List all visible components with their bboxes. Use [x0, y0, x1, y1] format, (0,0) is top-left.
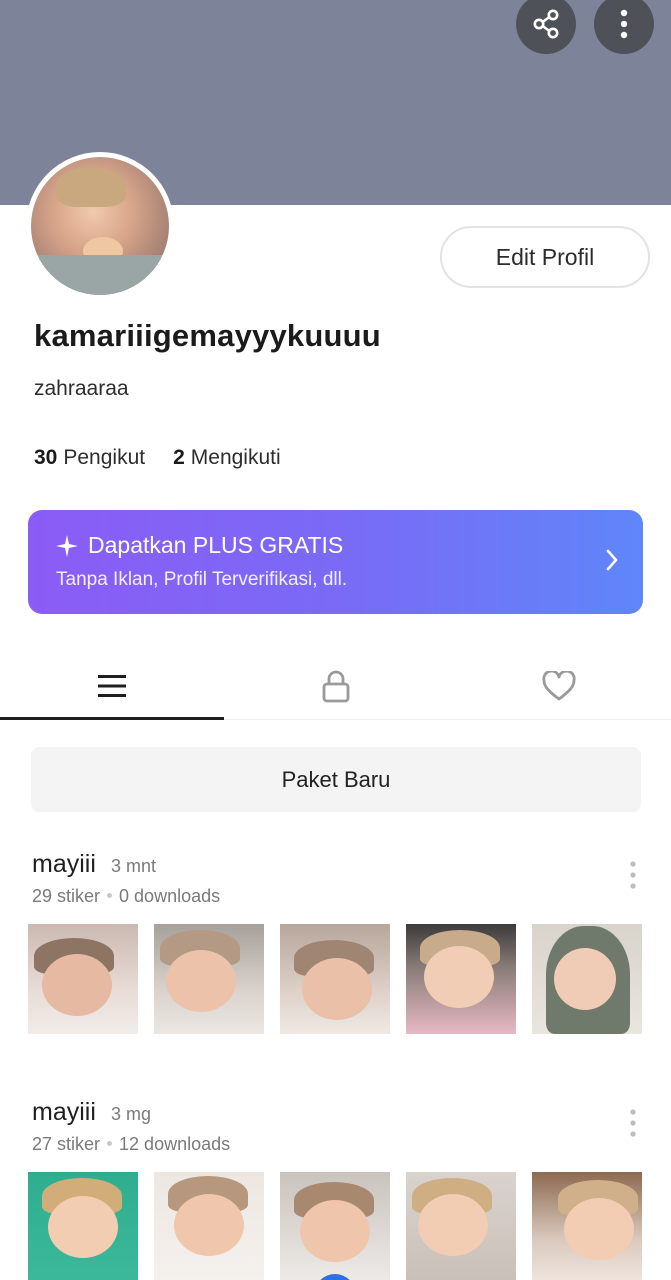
sticker-thumbnail[interactable] — [28, 924, 138, 1034]
following-label: Mengikuti — [190, 446, 281, 469]
profile-stats: 30 Pengikut 2 Mengikuti — [34, 446, 281, 470]
pack-downloads: 12 downloads — [119, 1134, 231, 1154]
avatar-photo — [31, 157, 169, 295]
avatar[interactable] — [26, 152, 174, 300]
tab-private[interactable] — [224, 652, 448, 719]
edit-profile-button[interactable]: Edit Profil — [440, 226, 650, 288]
heart-icon — [542, 670, 576, 700]
sticker-thumbnail[interactable] — [154, 1172, 264, 1280]
sticker-thumbnails — [28, 1172, 642, 1280]
plus-subtitle: Tanpa Iklan, Profil Terverifikasi, dll. — [56, 569, 348, 590]
more-vertical-icon[interactable] — [624, 860, 642, 890]
pack-sticker-count: 27 stiker — [32, 1134, 101, 1154]
plus-title: Dapatkan PLUS GRATIS — [88, 532, 344, 558]
followers-stat[interactable]: 30 Pengikut — [34, 446, 145, 470]
sticker-thumbnail[interactable] — [532, 924, 642, 1034]
share-icon — [533, 9, 559, 39]
new-pack-button[interactable]: Paket Baru — [31, 747, 641, 812]
lock-icon — [322, 670, 349, 702]
following-count: 2 — [173, 446, 185, 469]
sticker-thumbnail[interactable] — [406, 924, 516, 1034]
username: kamariiigemayyykuuuu — [34, 318, 381, 353]
following-stat[interactable]: 2 Mengikuti — [173, 446, 281, 470]
sticker-thumbnail[interactable] — [406, 1172, 516, 1280]
display-name: zahraaraa — [34, 377, 129, 400]
tab-packs[interactable] — [0, 652, 224, 720]
sticker-thumbnail[interactable] — [28, 1172, 138, 1280]
pack-sticker-count: 29 stiker — [32, 886, 101, 906]
plus-promo-card[interactable]: Dapatkan PLUS GRATIS Tanpa Iklan, Profil… — [28, 510, 643, 614]
sticker-thumbnail[interactable] — [280, 924, 390, 1034]
list-icon — [97, 674, 126, 697]
pack-meta: 29 stiker 0 downloads — [32, 886, 220, 907]
tab-liked[interactable] — [447, 652, 671, 719]
pack-time: 3 mnt — [111, 856, 157, 876]
pack-name: mayiii — [32, 1098, 96, 1126]
pack-name: mayiii — [32, 850, 96, 878]
sticker-thumbnail[interactable] — [154, 924, 264, 1034]
sticker-thumbnail[interactable] — [532, 1172, 642, 1280]
chevron-right-icon — [606, 549, 618, 571]
followers-label: Pengikut — [63, 446, 146, 469]
sparkle-icon — [56, 534, 78, 557]
more-vertical-icon — [620, 9, 628, 39]
pack-time: 3 mg — [111, 1104, 152, 1124]
more-vertical-icon[interactable] — [624, 1108, 642, 1138]
sticker-thumbnails — [28, 924, 642, 1034]
pack-downloads: 0 downloads — [119, 886, 221, 906]
followers-count: 30 — [34, 446, 58, 469]
profile-tabs — [0, 652, 671, 720]
pack-meta: 27 stiker 12 downloads — [32, 1134, 230, 1155]
sticker-thumbnail[interactable] — [280, 1172, 390, 1280]
